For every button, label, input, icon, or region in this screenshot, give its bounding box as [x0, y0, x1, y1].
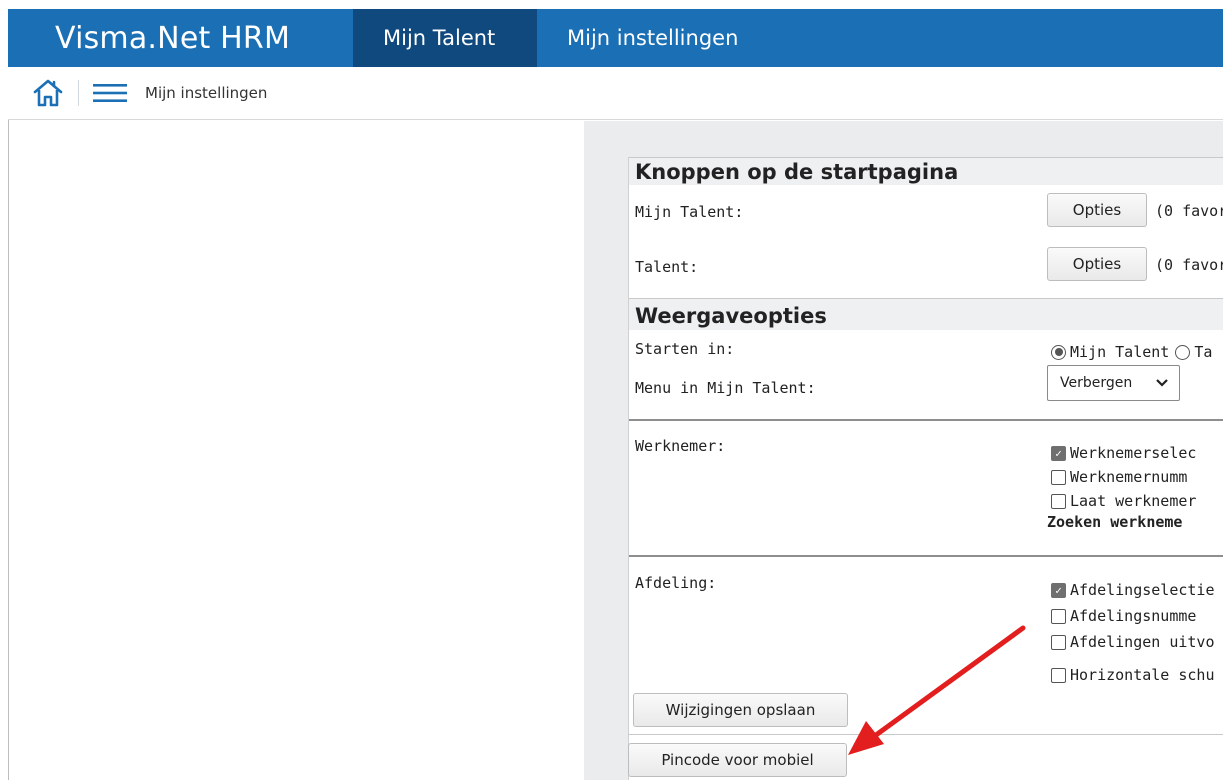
mijn-talent-options-button[interactable]: Opties	[1047, 193, 1147, 227]
employee-label: Werknemer:	[635, 437, 726, 455]
top-navigation-bar: Visma.Net HRM Mijn Talent Mijn instellin…	[8, 9, 1223, 67]
radio-mijn-talent-label: Mijn Talent	[1070, 343, 1170, 361]
checkbox[interactable]	[1051, 493, 1066, 509]
row-label-talent: Talent:	[635, 258, 699, 276]
tab-mijn-instellingen[interactable]: Mijn instellingen	[537, 9, 768, 67]
employee-search-heading: Zoeken werkneme	[1047, 513, 1183, 531]
start-in-label: Starten in:	[635, 340, 735, 358]
row-label-mijn-talent: Mijn Talent:	[635, 203, 744, 221]
menu-visibility-value: Verbergen	[1060, 375, 1133, 391]
check-icon[interactable]: ✓	[1051, 445, 1066, 461]
divider	[628, 734, 1223, 735]
menu-visibility-select[interactable]: Verbergen	[1047, 365, 1180, 401]
checkbox[interactable]	[1051, 469, 1066, 485]
mijn-talent-favorites-count: (0 favor	[1155, 202, 1223, 220]
breadcrumb-current: Mijn instellingen	[145, 84, 268, 102]
department-option-4[interactable]: Horizontale schu	[1051, 666, 1215, 684]
department-option-1[interactable]: ✓ Afdelingselectie v	[1051, 581, 1223, 599]
department-option-3[interactable]: Afdelingen uitvo	[1051, 633, 1215, 651]
mobile-pincode-button[interactable]: Pincode voor mobiel	[628, 743, 847, 777]
talent-favorites-count: (0 favor	[1155, 256, 1223, 274]
radio-talent-label: Ta	[1194, 343, 1213, 361]
radio-mijn-talent[interactable]	[1051, 344, 1066, 360]
checkbox[interactable]	[1051, 634, 1066, 650]
chevron-down-icon	[1156, 379, 1168, 387]
checkbox[interactable]	[1051, 608, 1066, 624]
breadcrumb-bar: Mijn instellingen	[8, 67, 1223, 120]
start-in-radio-group: Mijn Talent Ta	[1051, 343, 1212, 361]
breadcrumb-separator	[78, 80, 79, 106]
hamburger-menu-icon	[93, 84, 127, 102]
save-changes-button[interactable]: Wijzigingen opslaan	[633, 693, 848, 727]
employee-option-2-label: Werknemernumm	[1070, 468, 1188, 486]
divider	[629, 419, 1223, 421]
department-option-4-label: Horizontale schu	[1070, 666, 1215, 684]
employee-option-1-label: Werknemerselec	[1070, 444, 1197, 462]
department-option-2-label: Afdelingsnumme	[1070, 607, 1197, 625]
talent-options-button[interactable]: Opties	[1047, 247, 1147, 281]
checkbox[interactable]	[1051, 667, 1066, 683]
brand-logo-text[interactable]: Visma.Net HRM	[8, 9, 353, 67]
employee-option-3[interactable]: Laat werknemer	[1051, 492, 1196, 510]
department-option-3-label: Afdelingen uitvo	[1070, 633, 1215, 651]
section-title-buttons: Knoppen op de startpagina	[629, 157, 1223, 185]
tab-mijn-talent[interactable]: Mijn Talent	[353, 9, 537, 67]
divider	[629, 555, 1223, 557]
hamburger-menu-button[interactable]	[93, 81, 127, 105]
settings-content-area: Knoppen op de startpagina Mijn Talent: O…	[584, 121, 1223, 780]
home-button[interactable]	[28, 73, 68, 113]
home-icon	[33, 79, 63, 107]
employee-option-1[interactable]: ✓ Werknemerselec	[1051, 444, 1196, 462]
employee-option-2[interactable]: Werknemernumm	[1051, 468, 1187, 486]
department-option-1-label: Afdelingselectie v	[1070, 581, 1223, 599]
department-option-2[interactable]: Afdelingsnumme	[1051, 607, 1196, 625]
app-root: Visma.Net HRM Mijn Talent Mijn instellin…	[0, 0, 1223, 780]
left-border	[8, 120, 9, 780]
department-label: Afdeling:	[635, 574, 717, 592]
employee-option-3-label: Laat werknemer	[1070, 492, 1197, 510]
section-title-display: Weergaveopties	[629, 298, 1223, 330]
settings-panel: Knoppen op de startpagina Mijn Talent: O…	[628, 157, 1223, 780]
radio-talent[interactable]	[1175, 344, 1191, 360]
menu-in-mijn-talent-label: Menu in Mijn Talent:	[635, 379, 816, 397]
check-icon[interactable]: ✓	[1051, 582, 1066, 598]
